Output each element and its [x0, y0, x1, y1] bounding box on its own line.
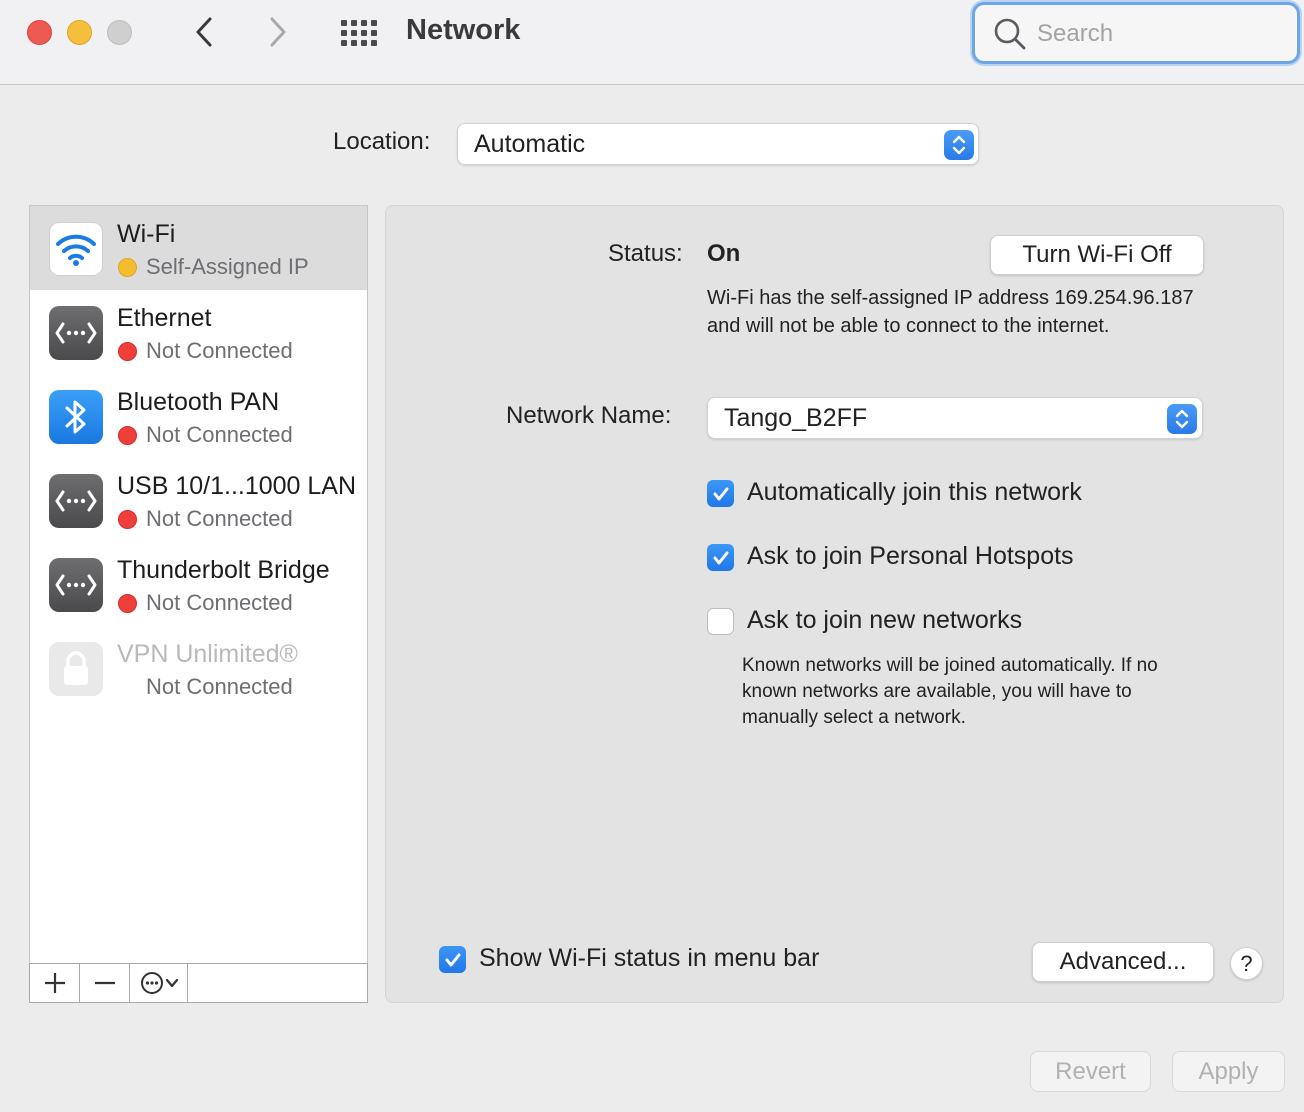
service-actions-menu-button[interactable] [130, 964, 188, 1002]
popup-stepper-icon [1167, 404, 1197, 434]
minimize-window-button[interactable] [67, 20, 92, 45]
back-button[interactable] [186, 14, 222, 50]
ask-hotspots-label[interactable]: Ask to join Personal Hotspots [747, 542, 1074, 571]
auto-join-checkbox[interactable] [707, 480, 734, 507]
status-dot [118, 342, 137, 361]
close-window-button[interactable] [27, 20, 52, 45]
turn-wifi-off-button[interactable]: Turn Wi-Fi Off [990, 235, 1204, 275]
plus-icon [44, 973, 65, 993]
ask-hotspots-checkbox[interactable] [707, 544, 734, 571]
minus-icon [94, 981, 115, 985]
network-name-popup[interactable]: Tango_B2FF [707, 397, 1203, 439]
ethernet-icon [49, 558, 103, 612]
checkmark-icon [713, 551, 728, 564]
show-status-label[interactable]: Show Wi-Fi status in menu bar [479, 944, 819, 973]
show-status-checkbox[interactable] [439, 946, 466, 973]
search-icon [994, 18, 1026, 50]
service-item-wifi[interactable]: Wi-Fi Self-Assigned IP [30, 206, 367, 290]
service-name: Bluetooth PAN [117, 388, 280, 416]
ask-new-networks-label[interactable]: Ask to join new networks [747, 606, 1022, 635]
service-item-ethernet[interactable]: Ethernet Not Connected [30, 290, 367, 374]
service-item-vpn-unlimited[interactable]: VPN Unlimited® Not Connected [30, 626, 367, 710]
service-status: Not Connected [146, 674, 293, 699]
chevron-left-icon [196, 17, 212, 47]
service-name: VPN Unlimited® [117, 640, 298, 668]
ethernet-icon [49, 306, 103, 360]
ethernet-icon [49, 474, 103, 528]
service-name: Thunderbolt Bridge [117, 556, 330, 584]
network-name-label: Network Name: [506, 402, 672, 429]
grid-icon [341, 20, 377, 46]
lock-icon [49, 642, 103, 696]
status-dot [118, 510, 137, 529]
status-dot [118, 258, 137, 277]
service-name: USB 10/1...1000 LAN [117, 472, 357, 500]
service-list-toolbar [29, 963, 368, 1003]
service-item-bluetooth-pan[interactable]: Bluetooth PAN Not Connected [30, 374, 367, 458]
ask-new-networks-checkbox[interactable] [707, 608, 734, 635]
location-value: Automatic [474, 130, 586, 158]
location-popup[interactable]: Automatic [457, 123, 979, 165]
ellipsis-circle-icon [140, 972, 163, 994]
zoom-window-button[interactable] [107, 20, 132, 45]
network-name-value: Tango_B2FF [724, 404, 868, 432]
service-name: Wi-Fi [117, 220, 176, 248]
status-dot [118, 426, 137, 445]
help-button[interactable]: ? [1230, 947, 1263, 980]
service-item-usb-lan[interactable]: USB 10/1...1000 LAN Not Connected [30, 458, 367, 542]
checkmark-icon [713, 487, 728, 500]
service-status: Not Connected [146, 506, 293, 531]
service-status: Not Connected [146, 338, 293, 363]
window-title: Network [406, 14, 521, 46]
auto-join-label[interactable]: Automatically join this network [747, 478, 1082, 507]
bluetooth-icon [49, 390, 103, 444]
chevron-right-icon [270, 17, 286, 47]
status-label: Status: [608, 240, 683, 267]
title-bar: Network [0, 0, 1304, 85]
status-dot [118, 594, 137, 613]
advanced-button[interactable]: Advanced... [1032, 942, 1214, 982]
popup-stepper-icon [944, 130, 974, 160]
service-status: Not Connected [146, 422, 293, 447]
chevron-down-icon [165, 978, 178, 988]
detail-pane: Status: On Turn Wi-Fi Off Wi-Fi has the … [385, 205, 1284, 1003]
location-label: Location: [333, 128, 431, 155]
search-field[interactable] [972, 2, 1300, 64]
revert-button[interactable]: Revert [1030, 1051, 1151, 1092]
forward-button[interactable] [260, 14, 296, 50]
wifi-icon [49, 222, 103, 276]
status-description: Wi-Fi has the self-assigned IP address 1… [707, 287, 1194, 337]
service-name: Ethernet [117, 304, 212, 332]
show-all-button[interactable] [338, 18, 378, 48]
remove-service-button[interactable] [80, 964, 130, 1002]
checkmark-icon [445, 953, 460, 966]
search-input[interactable] [1037, 19, 1277, 49]
service-item-thunderbolt-bridge[interactable]: Thunderbolt Bridge Not Connected [30, 542, 367, 626]
service-status: Self-Assigned IP [146, 254, 309, 279]
apply-button[interactable]: Apply [1172, 1051, 1285, 1092]
service-list: Wi-Fi Self-Assigned IP Ethernet Not Conn… [29, 205, 368, 964]
add-service-button[interactable] [30, 964, 80, 1002]
join-description: Known networks will be joined automatica… [742, 655, 1158, 728]
service-status: Not Connected [146, 590, 293, 615]
status-value: On [707, 240, 741, 267]
